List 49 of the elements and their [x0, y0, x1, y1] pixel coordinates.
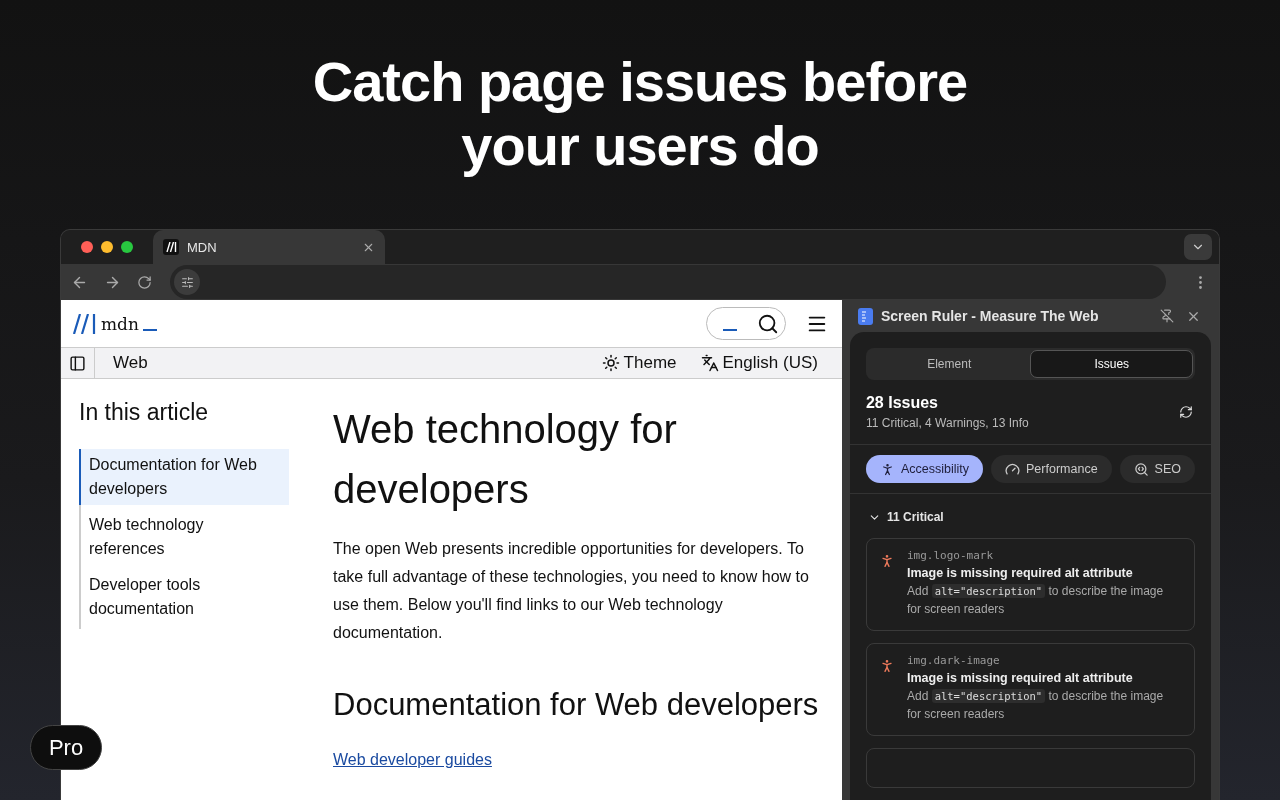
search-icon	[756, 312, 779, 335]
site-logo[interactable]: mdn	[73, 313, 157, 334]
language-button[interactable]: English (US)	[700, 353, 818, 373]
category-chip[interactable]: Accessibility	[865, 455, 984, 483]
issue-selector: img.logo-mark	[906, 549, 995, 562]
issue-selector: img.dark-image	[906, 654, 1001, 667]
ruler-logo-icon	[857, 307, 873, 325]
toc-link[interactable]: Web technology references	[79, 509, 289, 565]
unpin-button[interactable]	[1158, 307, 1176, 325]
pro-badge: Pro	[30, 725, 102, 770]
issue-card[interactable]: img.dark-image Image is missing required alt attribute Add alt="description" to describe the image for screen readers	[865, 643, 1195, 736]
issue-hint: Add alt="description" to describe the image for screen readers	[906, 583, 1165, 618]
category-chip[interactable]: SEO	[1119, 455, 1195, 483]
browser-tab[interactable]: MDN	[153, 230, 385, 264]
minimize-window-dot[interactable]	[101, 241, 113, 253]
tab-title: MDN	[187, 239, 218, 255]
site-favicon-icon	[163, 239, 179, 255]
view-tab[interactable]: Issues	[1030, 350, 1193, 378]
intro-paragraph: The open Web presents incredible opportunities for developers. To take full advantage of these technologies, you need to know how to use them. Below you'll find links to our Web technology documentation.	[333, 539, 810, 643]
view-tab[interactable]: Element	[867, 350, 1031, 378]
gauge-icon	[1005, 461, 1021, 477]
refresh-button[interactable]	[1177, 403, 1195, 421]
site-settings-icon[interactable]	[174, 269, 200, 295]
issue-card[interactable]: img.logo-mark Image is missing required alt attribute Add alt="description" to describe the image for screen readers	[865, 538, 1195, 631]
issue-count: 28 Issues	[865, 394, 939, 412]
search-icon	[1133, 461, 1149, 477]
toc-link[interactable]: Developer tools documentation	[79, 569, 289, 625]
sun-icon	[601, 354, 620, 372]
theme-button[interactable]: Theme	[601, 353, 677, 373]
translate-icon	[700, 354, 719, 372]
guide-link[interactable]: Web developer guides	[333, 751, 492, 769]
category-chip[interactable]: Performance	[991, 455, 1112, 483]
issue-message: Image is missing required alt attribute	[906, 566, 1134, 580]
headline: Catch page issues before your users do	[311, 50, 969, 178]
group-toggle[interactable]: 11 Critical	[849, 494, 962, 538]
close-window-dot[interactable]	[81, 241, 93, 253]
page-title: Web technology for developers	[333, 406, 678, 513]
maximize-window-dot[interactable]	[121, 241, 133, 253]
section-heading: Documentation for Web developers	[333, 687, 815, 723]
issue-summary: 11 Critical, 4 Warnings, 13 Info	[865, 416, 1030, 430]
search-button[interactable]	[705, 307, 786, 340]
toc-link[interactable]: Documentation for Web developers	[79, 449, 289, 505]
breadcrumb[interactable]: Web	[113, 353, 602, 373]
toc-title: In this article	[79, 399, 210, 426]
extension-title: Screen Ruler - Measure The Web	[880, 308, 1100, 324]
tab-list-button[interactable]	[1184, 234, 1212, 260]
sidebar-icon	[69, 354, 86, 372]
issue-hint: Add alt="description" to describe the image for screen readers	[906, 688, 1165, 723]
issue-message: Image is missing required alt attribute	[906, 671, 1134, 685]
